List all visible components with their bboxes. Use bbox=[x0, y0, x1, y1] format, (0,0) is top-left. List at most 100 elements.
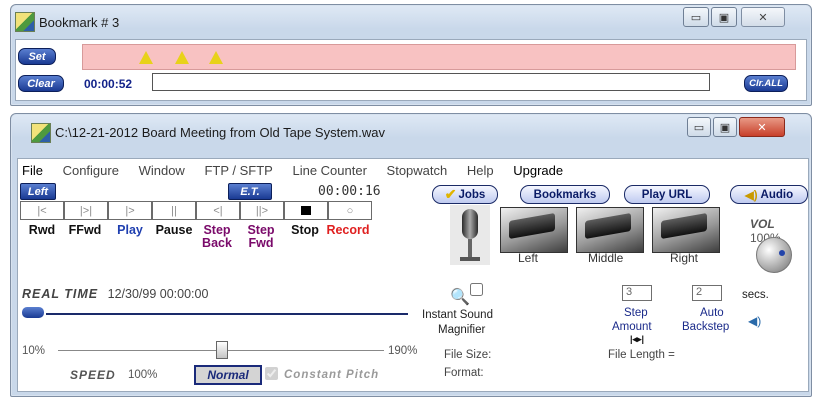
set-button[interactable]: Set bbox=[18, 48, 56, 65]
magnifier-checkbox[interactable] bbox=[470, 283, 483, 296]
menu-line-counter[interactable]: Line Counter bbox=[292, 163, 366, 178]
file-length-label: File Length = bbox=[608, 349, 675, 361]
bookmark-client-area: Set Clear 00:00:52 Clr.ALL bbox=[15, 39, 807, 101]
volume-knob[interactable] bbox=[756, 237, 792, 273]
speaker-icon: ◀) bbox=[744, 189, 758, 202]
bookmark-bar[interactable] bbox=[82, 44, 796, 70]
speed-min-label: 10% bbox=[22, 345, 46, 357]
knob-indicator-icon bbox=[779, 250, 785, 256]
format-label: Format: bbox=[444, 367, 484, 379]
auto-backstep-input[interactable]: 2 bbox=[692, 285, 722, 301]
speed-thumb[interactable] bbox=[216, 341, 228, 359]
bookmark-marker-icon[interactable] bbox=[139, 51, 153, 64]
position-slider[interactable] bbox=[22, 307, 412, 319]
stop-label: Stop bbox=[291, 223, 319, 237]
bookmark-window-title: Bookmark # 3 bbox=[39, 15, 120, 30]
play-url-button[interactable]: Play URL bbox=[624, 185, 710, 204]
clear-all-button[interactable]: Clr.ALL bbox=[744, 75, 788, 92]
close-button[interactable]: ✕ bbox=[741, 7, 785, 27]
step-fwd-button[interactable]: ||> bbox=[240, 201, 284, 220]
clear-button[interactable]: Clear bbox=[18, 75, 64, 92]
magnifier-label-1: Instant Sound bbox=[422, 309, 493, 321]
close-button[interactable]: ✕ bbox=[739, 117, 785, 137]
bookmark-marker-icon[interactable] bbox=[209, 51, 223, 64]
stop-icon bbox=[301, 206, 311, 215]
bookmark-marker-icon[interactable] bbox=[175, 51, 189, 64]
bookmark-window: Bookmark # 3 ▭ ▣ ✕ Set Clear 00:00:52 Cl… bbox=[10, 4, 812, 106]
speed-value: 100% bbox=[128, 369, 158, 381]
menu-help[interactable]: Help bbox=[467, 163, 494, 178]
speed-label: SPEED bbox=[70, 368, 116, 382]
step-fwd-label: Step Fwd bbox=[247, 223, 275, 250]
step-label-2: Amount bbox=[612, 321, 652, 333]
record-label: Record bbox=[326, 223, 370, 237]
play-url-label: Play URL bbox=[641, 188, 693, 201]
bookmark-time: 00:00:52 bbox=[84, 77, 133, 91]
menu-file[interactable]: File bbox=[22, 163, 43, 178]
maximize-button[interactable]: ▣ bbox=[711, 7, 737, 27]
minimize-button[interactable]: ▭ bbox=[687, 117, 711, 137]
audio-button[interactable]: ◀) Audio bbox=[730, 185, 808, 204]
menu-configure[interactable]: Configure bbox=[63, 163, 119, 178]
play-label: Play bbox=[117, 223, 143, 237]
left-pedal-label: Left bbox=[518, 251, 539, 265]
menu-bar: File Configure Window FTP / SFTP Line Co… bbox=[22, 163, 579, 178]
step-back-button[interactable]: <| bbox=[196, 201, 240, 220]
rewind-button[interactable]: |< bbox=[20, 201, 64, 220]
main-window-title: C:\12-21-2012 Board Meeting from Old Tap… bbox=[55, 125, 385, 140]
secs-label: secs. bbox=[742, 289, 769, 301]
step-amount-input[interactable]: 3 bbox=[622, 285, 652, 301]
magnifier-label-2: Magnifier bbox=[438, 324, 486, 336]
step-arrows-icon: |◂▸| bbox=[630, 334, 645, 344]
bookmarks-button[interactable]: Bookmarks bbox=[520, 185, 610, 204]
checkmark-icon: ✔ bbox=[444, 186, 457, 202]
ffwd-label: FFwd bbox=[68, 223, 102, 237]
menu-ftp-sftp[interactable]: FTP / SFTP bbox=[204, 163, 272, 178]
real-time-value: 12/30/99 00:00:00 bbox=[107, 287, 209, 301]
real-time-label: REAL TIME bbox=[22, 287, 99, 301]
stop-button[interactable] bbox=[284, 201, 328, 220]
backstep-label-2: Backstep bbox=[682, 321, 730, 333]
file-size-label: File Size: bbox=[444, 349, 492, 361]
backstep-label-1: Auto bbox=[700, 307, 724, 319]
vol-label: VOL bbox=[750, 217, 775, 231]
pause-label: Pause bbox=[155, 223, 193, 237]
microphone-icon[interactable] bbox=[450, 205, 490, 265]
step-back-label: Step Back bbox=[202, 223, 232, 250]
main-client-area: File Configure Window FTP / SFTP Line Co… bbox=[17, 158, 809, 392]
app-icon bbox=[15, 12, 35, 32]
real-time-readout: REAL TIME 12/30/99 00:00:00 bbox=[22, 287, 208, 301]
menu-upgrade[interactable]: Upgrade bbox=[513, 163, 563, 178]
jobs-label: Jobs bbox=[458, 188, 486, 201]
position-thumb[interactable] bbox=[22, 307, 44, 318]
speed-slider[interactable] bbox=[58, 341, 384, 359]
menu-stopwatch[interactable]: Stopwatch bbox=[387, 163, 448, 178]
main-window: C:\12-21-2012 Board Meeting from Old Tap… bbox=[10, 113, 812, 397]
constant-pitch-checkbox[interactable] bbox=[265, 367, 278, 380]
app-icon bbox=[31, 123, 51, 143]
constant-pitch-label: Constant Pitch bbox=[284, 369, 380, 381]
record-button[interactable]: ○ bbox=[328, 201, 372, 220]
magnifier-icon[interactable]: 🔍 bbox=[450, 287, 470, 307]
step-label-1: Step bbox=[624, 307, 648, 319]
speaker-small-icon[interactable]: ◀) bbox=[748, 314, 761, 328]
normal-button[interactable]: Normal bbox=[194, 365, 262, 385]
middle-pedal-label: Middle bbox=[588, 251, 624, 265]
minimize-button[interactable]: ▭ bbox=[683, 7, 709, 27]
pause-button[interactable]: || bbox=[152, 201, 196, 220]
bookmark-note-input[interactable] bbox=[152, 73, 710, 91]
play-button[interactable]: |> bbox=[108, 201, 152, 220]
middle-pedal[interactable] bbox=[576, 207, 644, 253]
et-button[interactable]: E.T. bbox=[228, 183, 272, 200]
audio-label: Audio bbox=[760, 188, 794, 201]
menu-window[interactable]: Window bbox=[139, 163, 185, 178]
left-label-button[interactable]: Left bbox=[20, 183, 56, 200]
right-pedal[interactable] bbox=[652, 207, 720, 253]
rwd-label: Rwd bbox=[28, 223, 56, 237]
fast-forward-button[interactable]: |>| bbox=[64, 201, 108, 220]
maximize-button[interactable]: ▣ bbox=[713, 117, 737, 137]
left-pedal[interactable] bbox=[500, 207, 568, 253]
jobs-button[interactable]: ✔ Jobs bbox=[432, 185, 498, 204]
speed-max-label: 190% bbox=[388, 345, 418, 357]
elapsed-time: 00:00:16 bbox=[318, 184, 381, 199]
